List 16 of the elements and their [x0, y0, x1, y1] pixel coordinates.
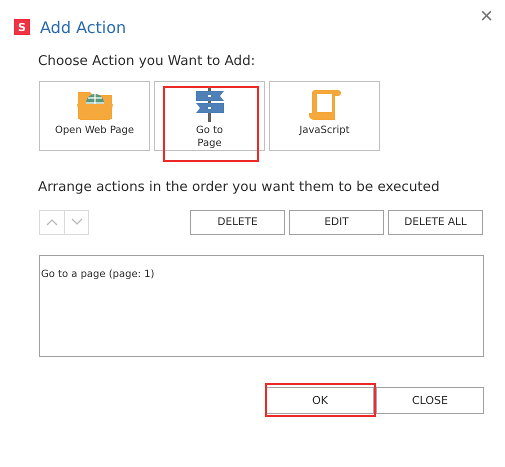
list-button[interactable]: EDIT	[289, 210, 384, 235]
app-logo: S	[14, 19, 30, 35]
list-button[interactable]: DELETE	[190, 210, 285, 235]
dialog-button[interactable]: OK	[266, 386, 374, 414]
close-button[interactable]: ×	[480, 5, 493, 27]
list-item[interactable]: Go to a page (page: 1)	[41, 268, 154, 280]
list-button[interactable]: DELETE ALL	[388, 210, 483, 235]
window-title: Add Action	[40, 18, 128, 36]
action-tile[interactable]: Go to Page	[154, 81, 265, 151]
chevron-down-icon	[70, 218, 82, 226]
chevron-up-icon	[46, 218, 58, 226]
section-label: Choose Action you Want to Add:	[38, 53, 256, 69]
action-tile[interactable]: JavaScript	[269, 81, 380, 151]
dialog-button[interactable]: CLOSE	[376, 386, 484, 414]
section-label: Arrange actions in the order you want them to be executed	[38, 178, 441, 197]
action-tile[interactable]: Open Web Page	[39, 81, 150, 151]
